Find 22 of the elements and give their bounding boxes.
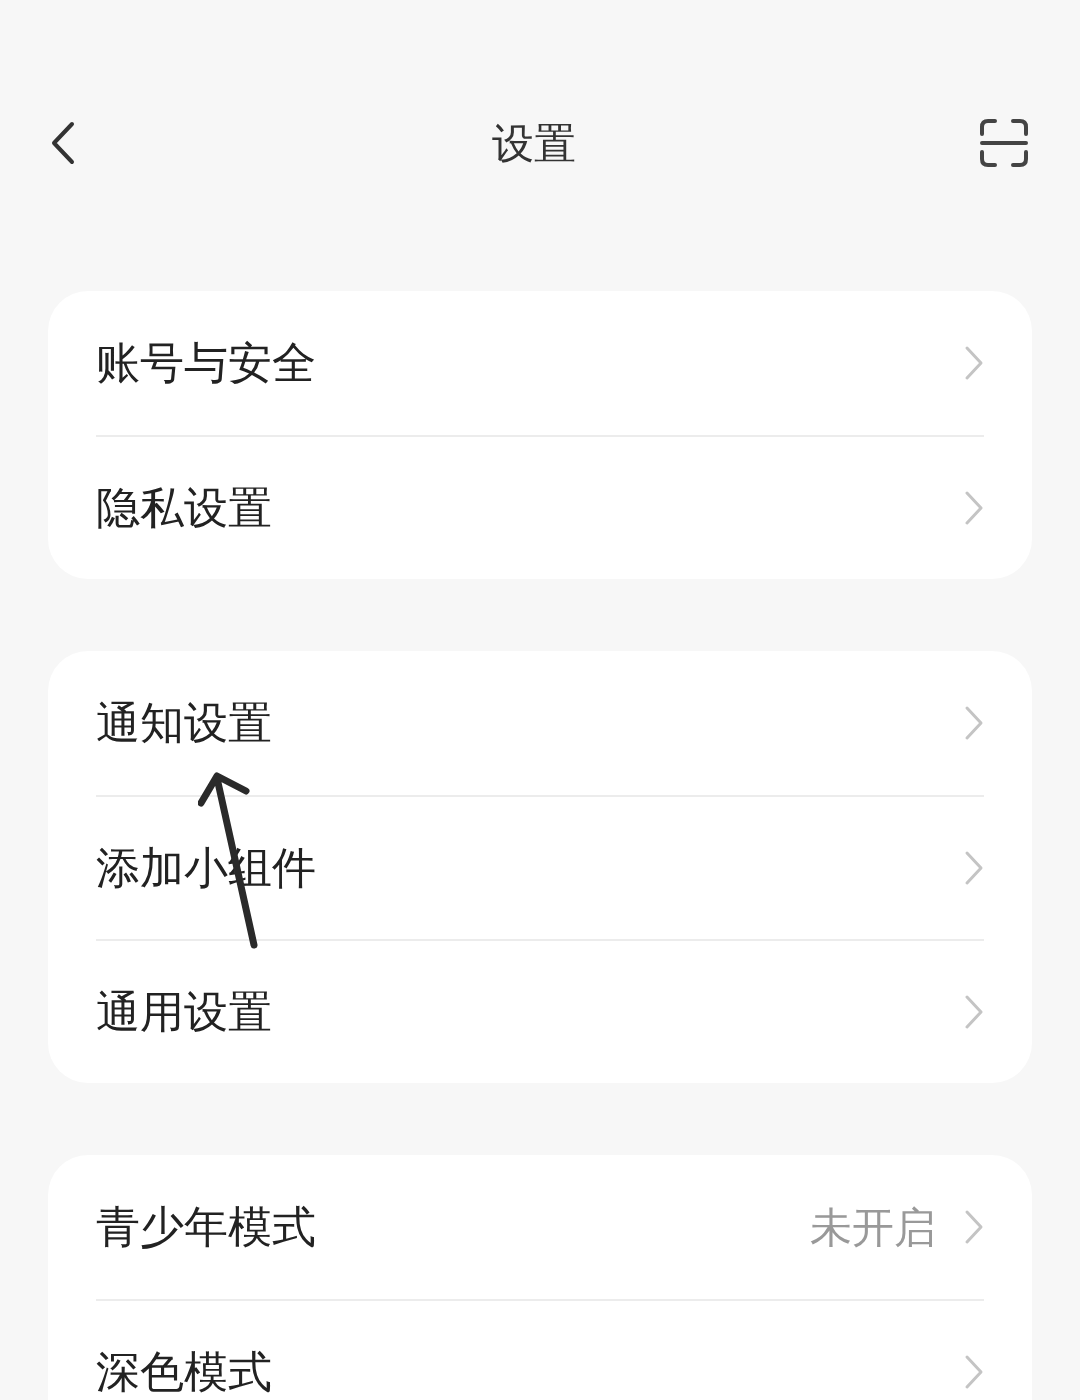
settings-row[interactable]: 账号与安全 xyxy=(96,291,984,435)
row-label: 通知设置 xyxy=(96,696,272,750)
settings-row[interactable]: 通知设置 xyxy=(96,651,984,795)
chevron-right-icon xyxy=(964,490,984,526)
settings-row[interactable]: 深色模式 xyxy=(96,1299,984,1400)
row-label: 深色模式 xyxy=(96,1345,272,1399)
page-title: 设置 xyxy=(492,117,576,170)
row-label: 通用设置 xyxy=(96,985,272,1039)
chevron-right-icon xyxy=(964,1209,984,1245)
chevron-right-icon xyxy=(964,1354,984,1390)
settings-row[interactable]: 青少年模式 未开启 xyxy=(96,1155,984,1299)
chevron-right-icon xyxy=(964,850,984,886)
row-label: 青少年模式 xyxy=(96,1200,316,1254)
row-label: 账号与安全 xyxy=(96,336,316,390)
settings-row[interactable]: 隐私设置 xyxy=(96,435,984,579)
settings-row[interactable]: 通用设置 xyxy=(96,939,984,1083)
row-value: 未开启 xyxy=(810,1201,936,1254)
row-label: 隐私设置 xyxy=(96,481,272,535)
chevron-right-icon xyxy=(964,705,984,741)
scan-button[interactable] xyxy=(978,117,1030,169)
chevron-right-icon xyxy=(964,994,984,1030)
chevron-right-icon xyxy=(964,345,984,381)
